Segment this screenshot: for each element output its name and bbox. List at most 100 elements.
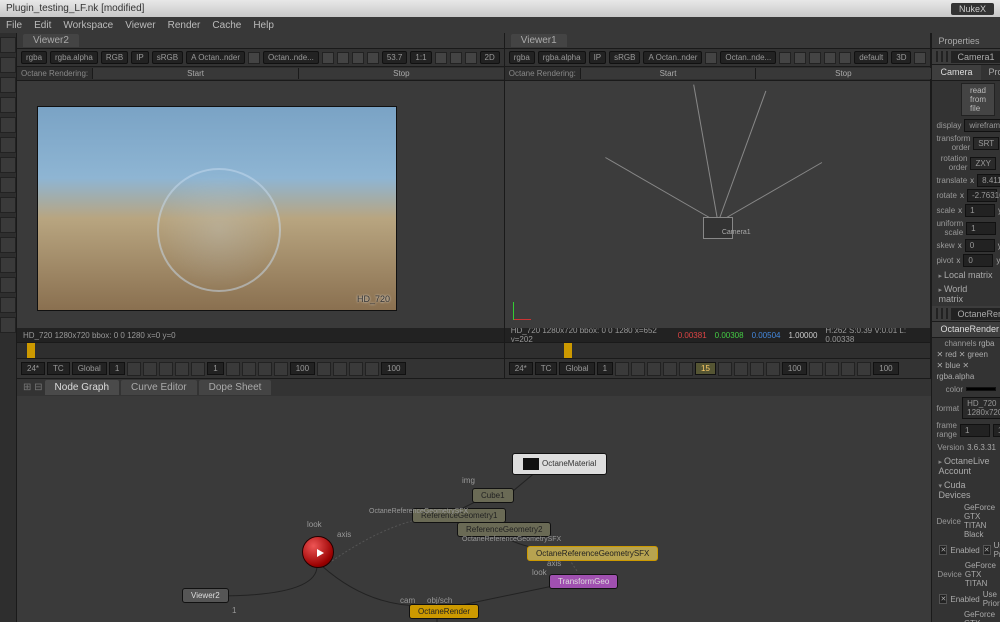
render-start-button[interactable]: Start [92,68,298,79]
loop-icon[interactable] [317,362,331,376]
menu-edit[interactable]: Edit [34,20,51,31]
format-sel[interactable]: HD_720 1280x720 [962,397,1000,419]
camera-node-header[interactable]: Camera1 [932,49,1000,65]
enabled1-checkbox[interactable]: ✕ [939,545,947,555]
roi-icon-r[interactable] [779,52,791,64]
priority1-checkbox[interactable]: ✕ [983,545,991,555]
input-b-sel-r[interactable]: Octan..nde... [720,51,776,64]
sx-field[interactable]: 1 [965,204,995,217]
color-swatch[interactable] [966,387,996,391]
last-frame-button[interactable] [274,362,288,376]
pause-icon[interactable] [352,52,364,64]
last-frame-button-r[interactable] [766,362,780,376]
camera-node[interactable] [302,536,334,568]
node-graph-canvas[interactable]: look axis Viewer2 1 ReferenceGeometry1 O… [17,396,931,622]
local-matrix-section[interactable]: Local matrix [932,268,1000,282]
b-checkbox[interactable]: ✕ [936,361,943,370]
alpha-layer-sel[interactable]: rgba.alpha [936,372,974,381]
range-sel-r[interactable]: Global [559,362,594,375]
rx-field[interactable]: -2.7631666 [967,189,997,202]
tool-10[interactable] [0,217,16,233]
tool-12[interactable] [0,257,16,273]
playhead-r[interactable] [564,343,572,358]
tool-5[interactable] [0,117,16,133]
pause-icon-r[interactable] [809,52,821,64]
r-checkbox[interactable]: ✕ [936,350,943,359]
ip-toggle[interactable]: IP [131,51,149,64]
cur-frame[interactable]: 1 [207,362,223,375]
tx-field[interactable]: 8.41133326 [977,174,1000,187]
out-frame2-r[interactable]: 100 [873,362,898,375]
tool-15[interactable] [0,317,16,333]
gamma-icon[interactable] [435,52,447,64]
refresh-icon-r[interactable] [824,52,836,64]
prev-key-button-r[interactable] [631,362,645,376]
zdepth-icon[interactable] [465,52,477,64]
tool-1[interactable] [0,37,16,53]
tab-expand-icon[interactable]: ⊞ ⊟ [23,382,43,393]
octane-node-name[interactable]: OctaneRender1 [951,308,1000,320]
scale-sel[interactable]: 1:1 [410,51,431,64]
tab-node-graph[interactable]: Node Graph [45,380,119,395]
input-b-sel[interactable]: Octan..nde... [263,51,319,64]
input-a-sel-r[interactable]: A Octan..nder [643,51,702,64]
cam-sel[interactable]: default [854,51,888,64]
mode2d-sel[interactable]: 2D [480,51,500,64]
read-from-file-button[interactable]: read from file [961,83,995,116]
tab-octane[interactable]: OctaneRender [932,322,1000,337]
in-frame[interactable]: 1 [109,362,125,375]
menu-cache[interactable]: Cache [212,20,241,31]
tool-14[interactable] [0,297,16,313]
loop-icon-r[interactable] [809,362,823,376]
material-node[interactable]: OctaneMaterial [512,453,607,475]
range-b[interactable]: 1 [993,424,1000,437]
tc-field[interactable]: TC [47,362,70,375]
next-key-button-r[interactable] [750,362,764,376]
step-back-button[interactable] [175,362,189,376]
cuda-section[interactable]: Cuda Devices [932,478,1000,502]
live-section[interactable]: OctaneLive Account [932,454,1000,478]
roi-icon[interactable] [322,52,334,64]
gain-icon[interactable] [450,52,462,64]
step-back-button-r[interactable] [663,362,677,376]
min-icon[interactable] [941,308,943,319]
viewer-right-canvas[interactable]: Camera1 [505,81,931,328]
transform-node[interactable]: TransformGeo [549,574,618,589]
play-fwd-button[interactable] [242,362,256,376]
a-checkbox[interactable]: ✕ [962,361,969,370]
ip-toggle-r[interactable]: IP [589,51,607,64]
viewer-left-tab[interactable]: Viewer2 [23,34,79,47]
next-key-button[interactable] [258,362,272,376]
tool-8[interactable] [0,177,16,193]
layer-sel[interactable]: rgba [978,339,994,348]
enabled2-checkbox[interactable]: ✕ [939,594,947,604]
refgeo2-node[interactable]: ReferenceGeometry2 [457,522,551,537]
channel-sel-r[interactable]: rgba [509,51,535,64]
display-sel[interactable]: wireframe [964,119,1000,132]
refresh-icon[interactable] [367,52,379,64]
lock-icon[interactable] [914,52,926,64]
out-frame-r[interactable]: 100 [782,362,807,375]
out-frame2[interactable]: 100 [381,362,406,375]
tab-projection[interactable]: Projection [981,65,1000,80]
world-matrix-section[interactable]: World matrix [932,282,1000,306]
camera-node-name[interactable]: Camera1 [951,51,1000,63]
in-frame-r[interactable]: 1 [597,362,613,375]
proxy-icon-r[interactable] [794,52,806,64]
min-icon[interactable] [941,51,943,62]
bg-icon-r[interactable] [841,362,855,376]
bg-icon[interactable] [349,362,363,376]
menu-workspace[interactable]: Workspace [63,20,113,31]
tab-dope-sheet[interactable]: Dope Sheet [199,380,272,395]
wipe-icon-r[interactable] [705,52,717,64]
menu-help[interactable]: Help [253,20,274,31]
downrez-sel[interactable]: 53.7 [382,51,408,64]
center-icon[interactable] [946,308,948,319]
alpha-sel-r[interactable]: rgba.alpha [538,51,586,64]
lut-icon-r[interactable] [857,362,871,376]
tool-2[interactable] [0,57,16,73]
cur-frame-r[interactable]: 15 [695,362,716,375]
range-sel[interactable]: Global [72,362,107,375]
tool-9[interactable] [0,197,16,213]
colorspace-sel[interactable]: RGB [101,51,128,64]
